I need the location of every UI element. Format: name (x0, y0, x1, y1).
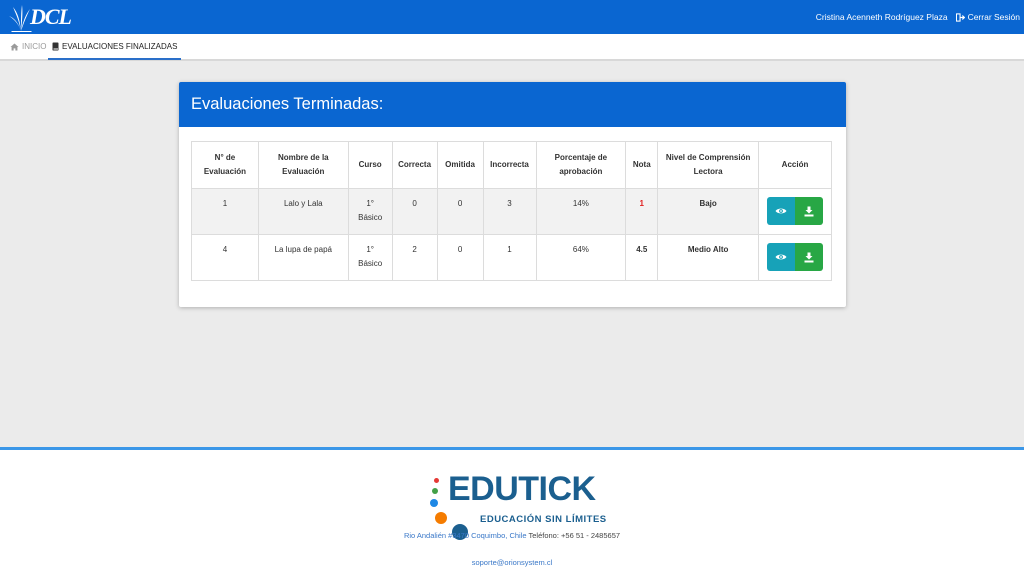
cell-porcentaje: 14% (535, 188, 627, 235)
col-header-nivel: Nivel de Comprensión Lectora (657, 141, 760, 189)
cell-omitida: 0 (436, 188, 484, 235)
footer: EDUTICK EDUCACIÓN SIN LÍMITES Rio Andali… (0, 450, 1024, 579)
brand-name: EDUTICK (448, 470, 596, 508)
footer-address-line: Rio Andalién #3470 Coquimbo, Chile Teléf… (0, 531, 1024, 540)
cell-nivel: Bajo (657, 188, 760, 235)
top-bar: DCL Cristina Acenneth Rodríguez Plaza Ce… (0, 0, 1024, 34)
cell-numero: 1 (191, 188, 259, 235)
cell-correcta: 2 (391, 234, 438, 281)
download-icon (804, 206, 814, 216)
logo-text: DCL (30, 4, 72, 29)
book-icon (52, 42, 59, 50)
table-row: 4 La lupa de papá 1° Básico 2 0 1 64% 4.… (191, 234, 832, 281)
cell-incorrecta: 3 (482, 188, 537, 235)
logout-label: Cerrar Sesión (967, 12, 1020, 22)
download-icon (804, 252, 814, 262)
nav-home-label: INICIO (22, 42, 47, 51)
col-header-porcentaje: Porcentaje de aprobación (535, 141, 627, 189)
col-header-accion: Acción (758, 141, 832, 189)
cell-nota: 1 (625, 188, 659, 235)
cell-accion (758, 234, 832, 281)
sign-out-icon (955, 12, 965, 22)
cell-porcentaje: 64% (535, 234, 627, 281)
eye-icon (775, 254, 787, 260)
cell-nombre: La lupa de papá (257, 234, 349, 281)
footer-phone: Teléfono: +56 51 - 2485657 (528, 531, 621, 540)
eye-icon (775, 208, 787, 214)
cell-nombre: Lalo y Lala (257, 188, 349, 235)
home-icon (10, 42, 19, 51)
logo-dot-red (434, 478, 439, 483)
logo-dot-blue (430, 499, 438, 507)
user-area: Cristina Acenneth Rodríguez Plaza Cerrar… (816, 0, 1020, 34)
download-button[interactable] (795, 197, 823, 225)
card-header: Evaluaciones Terminadas: (179, 82, 846, 127)
view-button[interactable] (767, 197, 795, 225)
breadcrumb: INICIO EVALUACIONES FINALIZADAS (0, 34, 1024, 61)
evaluations-table: N° de Evaluación Nombre de la Evaluación… (191, 141, 832, 281)
view-button[interactable] (767, 243, 795, 271)
col-header-omitida: Omitida (436, 141, 484, 189)
table-header-row: N° de Evaluación Nombre de la Evaluación… (191, 141, 832, 189)
footer-address[interactable]: Rio Andalién #3470 Coquimbo, Chile (404, 531, 527, 540)
col-header-curso: Curso (347, 141, 393, 189)
cell-curso: 1° Básico (347, 234, 393, 281)
edutick-logo: EDUTICK EDUCACIÓN SIN LÍMITES (428, 466, 608, 540)
action-button-group (767, 243, 823, 271)
results-card: Evaluaciones Terminadas: N° de Evaluació… (179, 82, 846, 307)
cell-nivel: Medio Alto (657, 234, 760, 281)
app-logo[interactable]: DCL (8, 2, 72, 32)
nav-home-link[interactable]: INICIO (10, 34, 46, 59)
user-name[interactable]: Cristina Acenneth Rodríguez Plaza (816, 12, 948, 22)
cell-omitida: 0 (436, 234, 484, 281)
col-header-numero: N° de Evaluación (191, 141, 259, 189)
footer-email-link[interactable]: soporte@orionsystem.cl (0, 558, 1024, 567)
logout-button[interactable]: Cerrar Sesión (955, 12, 1020, 22)
logo-dot-orange (435, 512, 447, 524)
cell-accion (758, 188, 832, 235)
col-header-correcta: Correcta (391, 141, 438, 189)
nav-current-label: EVALUACIONES FINALIZADAS (62, 41, 178, 51)
brand-tagline: EDUCACIÓN SIN LÍMITES (480, 514, 607, 525)
table-row: 1 Lalo y Lala 1° Básico 0 0 3 14% 1 Bajo (191, 188, 832, 235)
logo-dot-green (432, 488, 438, 494)
main-content: Evaluaciones Terminadas: N° de Evaluació… (0, 61, 1024, 447)
cell-nota: 4.5 (625, 234, 659, 281)
cell-incorrecta: 1 (482, 234, 537, 281)
col-header-incorrecta: Incorrecta (482, 141, 537, 189)
download-button[interactable] (795, 243, 823, 271)
col-header-nombre: Nombre de la Evaluación (257, 141, 349, 189)
cell-correcta: 0 (391, 188, 438, 235)
nav-current-tab[interactable]: EVALUACIONES FINALIZADAS (48, 34, 182, 60)
col-header-nota: Nota (625, 141, 659, 189)
action-button-group (767, 197, 823, 225)
cell-curso: 1° Básico (347, 188, 393, 235)
card-title: Evaluaciones Terminadas: (191, 95, 384, 113)
cell-numero: 4 (191, 234, 259, 281)
